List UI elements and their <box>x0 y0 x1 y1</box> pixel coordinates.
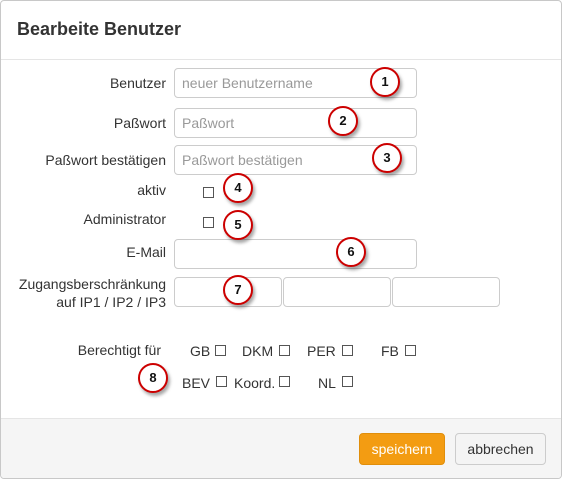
perm-dkm-checkbox[interactable] <box>279 345 290 356</box>
perm-koord-checkbox[interactable] <box>279 376 290 387</box>
password-input[interactable] <box>174 108 417 138</box>
ip2-input[interactable] <box>283 277 391 307</box>
active-label: aktiv <box>137 182 166 198</box>
annotation-marker-4: 4 <box>223 173 253 203</box>
dialog-header: Bearbeite Benutzer <box>1 1 561 60</box>
annotation-marker-5: 5 <box>223 210 253 240</box>
annotation-marker-7: 7 <box>223 275 253 305</box>
perm-dkm-label: DKM <box>242 343 274 359</box>
annotation-marker-6: 6 <box>336 237 366 267</box>
password-confirm-label: Paßwort bestätigen <box>45 152 166 168</box>
username-label: Benutzer <box>109 75 166 91</box>
perm-gb-label: GB <box>190 343 211 359</box>
active-checkbox[interactable] <box>203 187 214 198</box>
admin-label: Administrator <box>83 211 166 227</box>
annotation-marker-2: 2 <box>328 106 358 136</box>
perm-nl-checkbox[interactable] <box>342 376 353 387</box>
perm-bev-label: BEV <box>182 375 211 391</box>
annotation-marker-8: 8 <box>138 363 168 393</box>
annotation-marker-1: 1 <box>370 67 400 97</box>
edit-user-dialog: Bearbeite Benutzer Benutzer Paßwort Paßw… <box>0 0 562 479</box>
perm-nl-label: NL <box>318 375 336 391</box>
annotation-marker-3: 3 <box>372 143 402 173</box>
password-label: Paßwort <box>113 115 166 131</box>
ip-restriction-label-line1: Zugangsberschränkung <box>18 276 166 292</box>
ip3-input[interactable] <box>392 277 500 307</box>
cancel-button[interactable]: abbrechen <box>455 433 546 465</box>
ip-restriction-label-line2: auf IP1 / IP2 / IP3 <box>56 294 166 310</box>
permissions-label: Berechtigt für <box>77 342 161 358</box>
perm-per-label: PER <box>307 343 336 359</box>
email-input[interactable] <box>174 239 417 269</box>
email-label: E-Mail <box>126 244 166 260</box>
dialog-title: Bearbeite Benutzer <box>17 19 182 39</box>
admin-checkbox[interactable] <box>203 217 214 228</box>
perm-koord-label: Koord. <box>234 375 276 391</box>
perm-per-checkbox[interactable] <box>342 345 353 356</box>
perm-gb-checkbox[interactable] <box>215 345 226 356</box>
save-button[interactable]: speichern <box>359 433 445 465</box>
perm-bev-checkbox[interactable] <box>216 376 227 387</box>
perm-fb-label: FB <box>381 343 399 359</box>
ip-restriction-label: Zugangsberschränkung auf IP1 / IP2 / IP3 <box>19 275 166 311</box>
perm-fb-checkbox[interactable] <box>405 345 416 356</box>
